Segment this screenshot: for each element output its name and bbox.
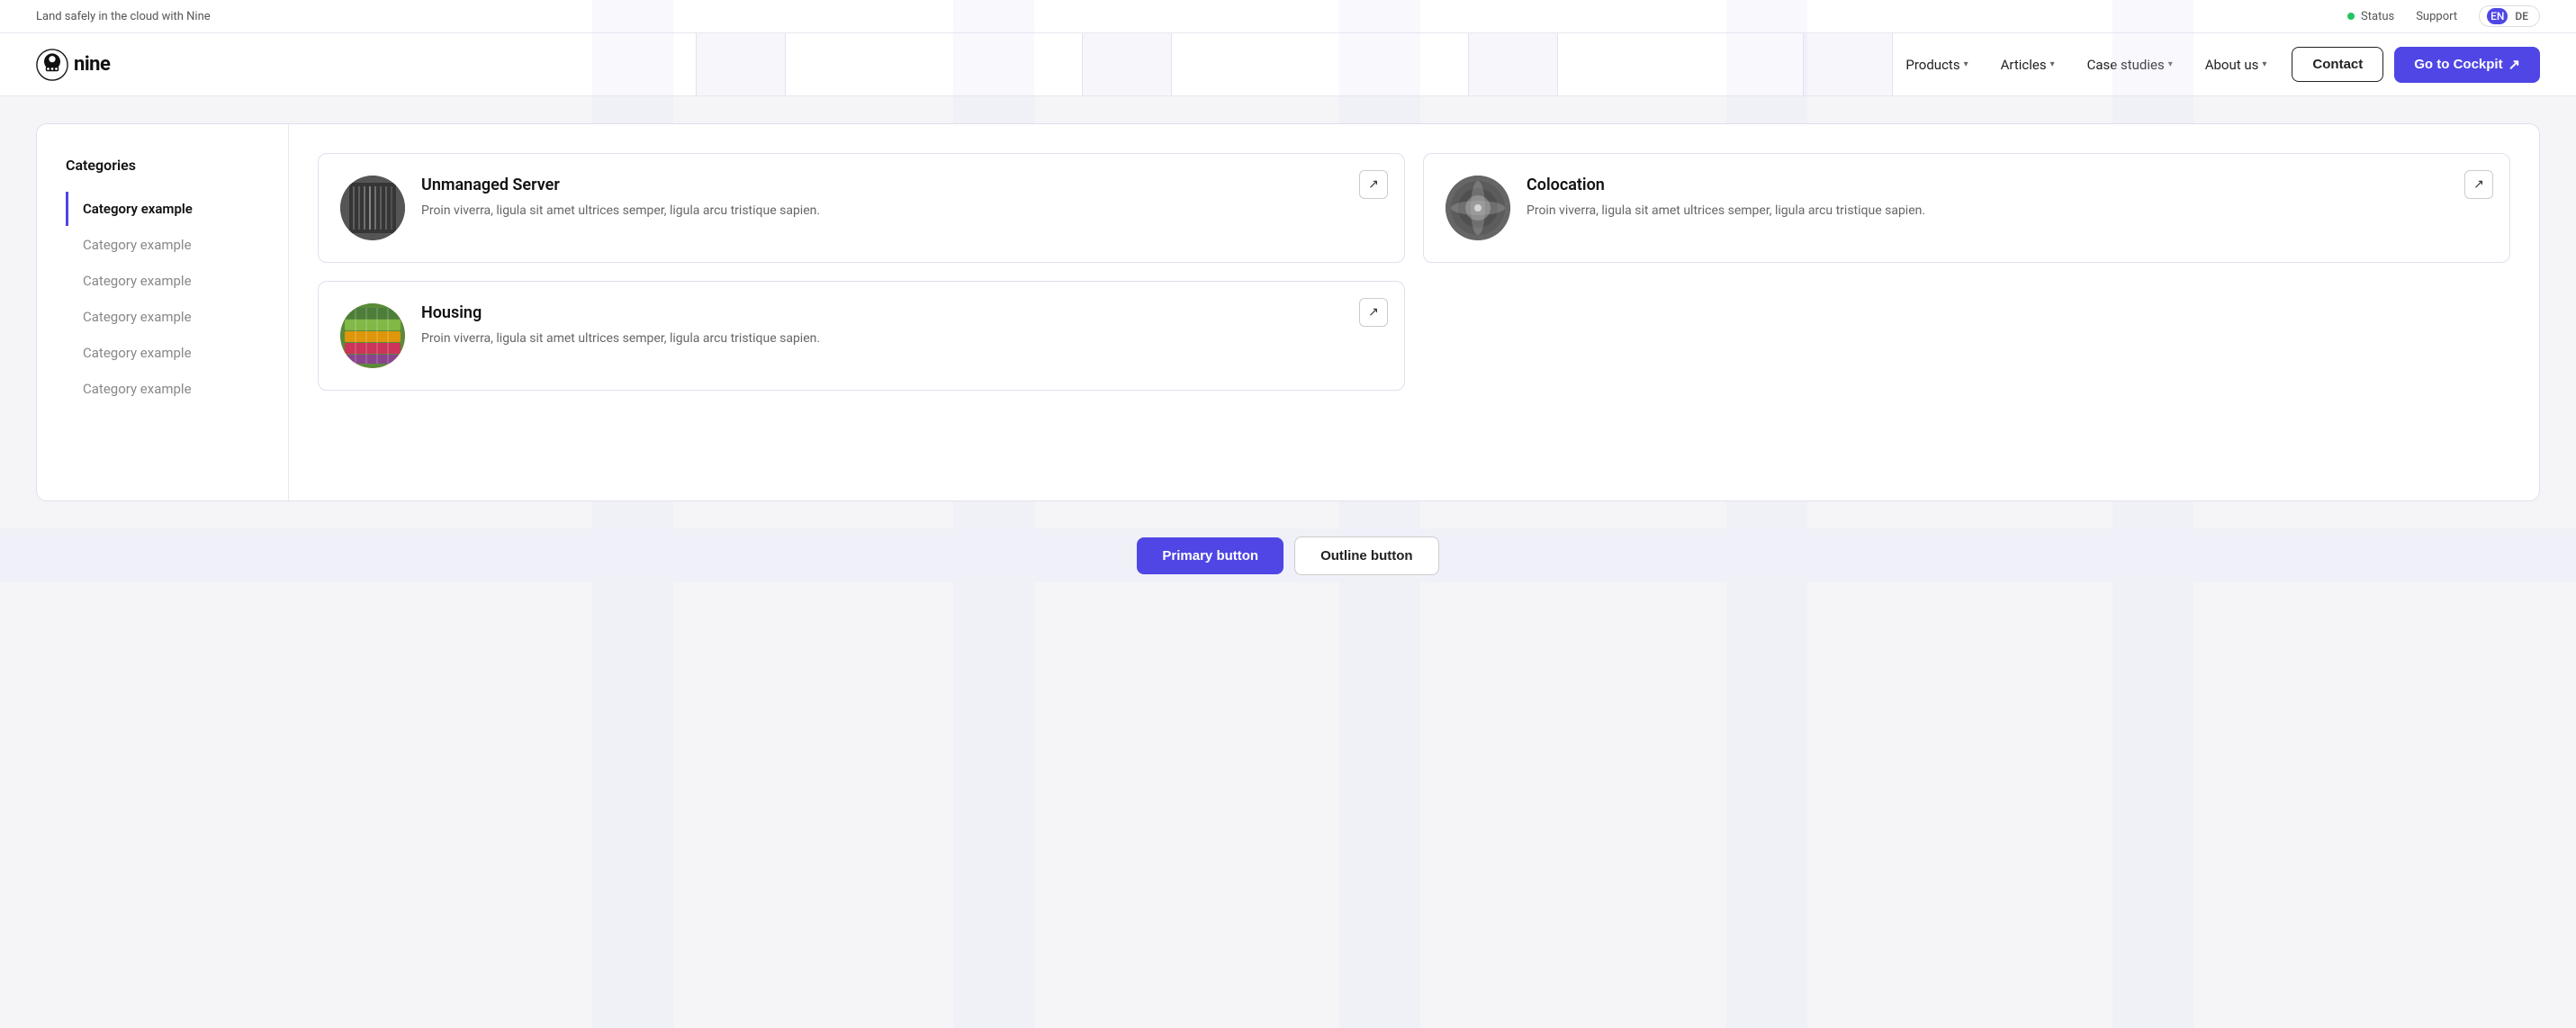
card-title-server: Unmanaged Server — [421, 176, 1383, 194]
logo-icon — [36, 49, 68, 81]
nav-item-case-studies[interactable]: Case studies ▾ — [2073, 50, 2187, 80]
card-content-colocation: Colocation Proin viverra, ligula sit ame… — [1527, 176, 2488, 221]
header: nine Products ▾ Articles ▾ Case studies … — [0, 33, 2576, 96]
housing-image — [340, 303, 405, 368]
card-title-colocation: Colocation — [1527, 176, 2488, 194]
lang-en-button[interactable]: EN — [2487, 8, 2508, 24]
cards-area: Unmanaged Server Proin viverra, ligula s… — [289, 124, 2539, 500]
logo-text: nine — [74, 53, 110, 76]
sidebar-item-1[interactable]: Category example — [66, 228, 266, 262]
top-bar: Land safely in the cloud with Nine Statu… — [0, 0, 2576, 33]
sidebar: Categories Category example Category exa… — [37, 124, 289, 500]
sidebar-item-3[interactable]: Category example — [66, 300, 266, 334]
col-dec-3 — [1468, 33, 1558, 95]
sidebar-item-2[interactable]: Category example — [66, 264, 266, 298]
card-arrow-server[interactable]: ↗ — [1359, 170, 1388, 199]
main-nav: Products ▾ Articles ▾ Case studies ▾ Abo… — [1891, 47, 2540, 83]
status-dot — [2347, 13, 2355, 20]
card-desc-housing: Proin viverra, ligula sit amet ultrices … — [421, 329, 1383, 348]
cockpit-button[interactable]: Go to Cockpit ↗ — [2394, 47, 2540, 83]
sidebar-item-5[interactable]: Category example — [66, 372, 266, 406]
primary-button[interactable]: Primary button — [1137, 537, 1283, 574]
chevron-down-icon: ▾ — [2168, 59, 2173, 69]
support-link[interactable]: Support — [2416, 10, 2457, 23]
sidebar-item-4[interactable]: Category example — [66, 336, 266, 370]
contact-button[interactable]: Contact — [2292, 47, 2383, 82]
external-link-icon: ↗ — [2508, 56, 2520, 74]
language-switcher[interactable]: EN DE — [2479, 5, 2540, 27]
logo[interactable]: nine — [36, 49, 110, 81]
colocation-image — [1446, 176, 1510, 240]
sidebar-item-0[interactable]: Category example — [66, 192, 266, 226]
card-housing[interactable]: Housing Proin viverra, ligula sit amet u… — [318, 281, 1405, 391]
sidebar-items: Category example Category example Catego… — [66, 192, 266, 406]
card-image-colocation — [1446, 176, 1510, 240]
outline-button[interactable]: Outline button — [1294, 537, 1438, 575]
card-unmanaged-server[interactable]: Unmanaged Server Proin viverra, ligula s… — [318, 153, 1405, 263]
sidebar-title: Categories — [66, 157, 266, 174]
tagline: Land safely in the cloud with Nine — [36, 10, 211, 23]
col-dec-2 — [1082, 33, 1172, 95]
bottom-section: Primary button Outline button — [0, 528, 2576, 582]
nav-item-products[interactable]: Products ▾ — [1891, 50, 1982, 80]
col-dec-4 — [1803, 33, 1893, 95]
card-desc-colocation: Proin viverra, ligula sit amet ultrices … — [1527, 202, 2488, 221]
card-image-server — [340, 176, 405, 240]
card-desc-server: Proin viverra, ligula sit amet ultrices … — [421, 202, 1383, 221]
status-indicator: Status — [2347, 10, 2394, 23]
main-area: Categories Category example Category exa… — [0, 96, 2576, 528]
card-arrow-housing[interactable]: ↗ — [1359, 298, 1388, 327]
card-image-housing — [340, 303, 405, 368]
col-dec-1 — [696, 33, 786, 95]
cards-row-2: Housing Proin viverra, ligula sit amet u… — [318, 281, 2510, 391]
empty-placeholder — [1423, 281, 2510, 391]
chevron-down-icon: ▾ — [2050, 59, 2055, 69]
panel: Categories Category example Category exa… — [36, 123, 2540, 501]
card-colocation[interactable]: Colocation Proin viverra, ligula sit ame… — [1423, 153, 2510, 263]
card-content-housing: Housing Proin viverra, ligula sit amet u… — [421, 303, 1383, 348]
top-bar-right: Status Support EN DE — [2347, 5, 2540, 27]
card-content-server: Unmanaged Server Proin viverra, ligula s… — [421, 176, 1383, 221]
chevron-down-icon: ▾ — [2262, 59, 2266, 69]
card-arrow-colocation[interactable]: ↗ — [2464, 170, 2493, 199]
nav-item-articles[interactable]: Articles ▾ — [1986, 50, 2069, 80]
chevron-down-icon: ▾ — [1964, 59, 1968, 69]
nav-item-about-us[interactable]: About us ▾ — [2191, 50, 2282, 80]
lang-de-button[interactable]: DE — [2511, 8, 2532, 24]
card-title-housing: Housing — [421, 303, 1383, 322]
server-image — [340, 176, 405, 240]
cards-row-1: Unmanaged Server Proin viverra, ligula s… — [318, 153, 2510, 263]
